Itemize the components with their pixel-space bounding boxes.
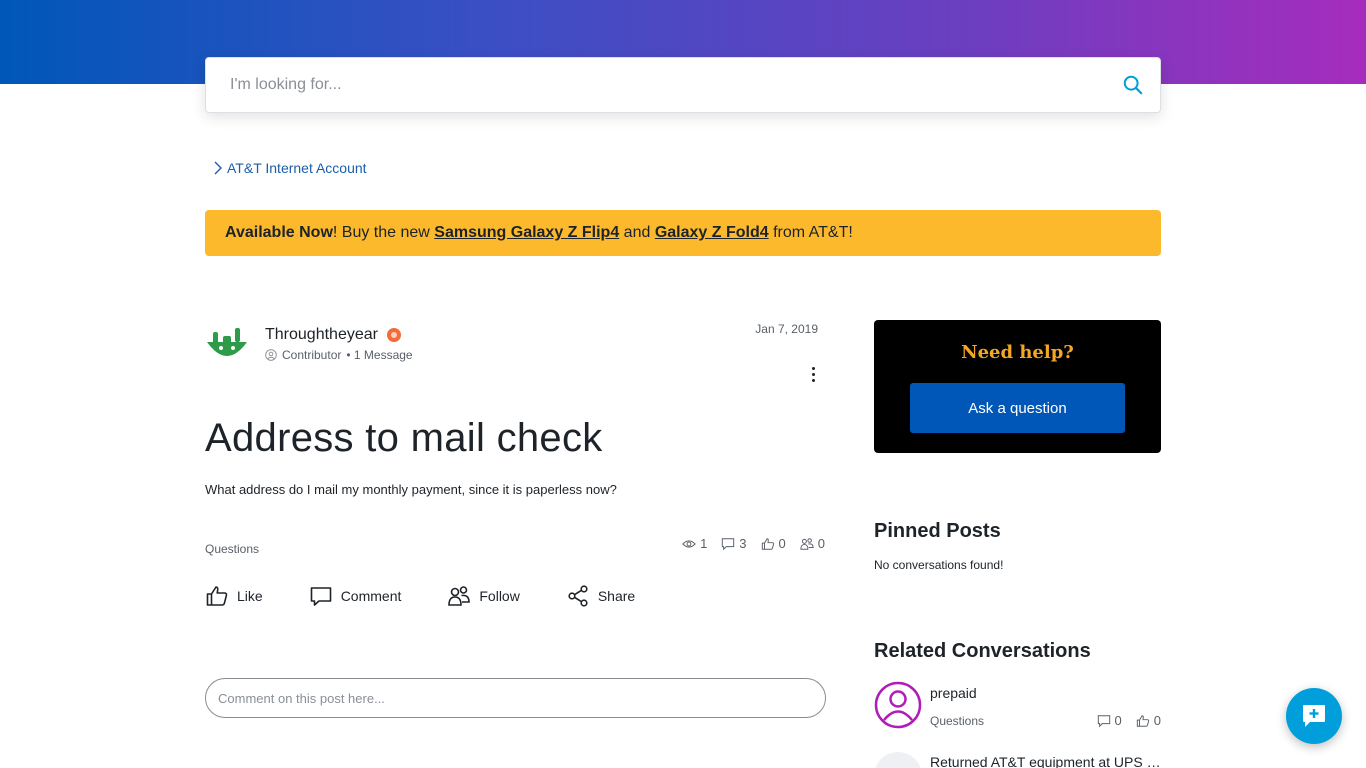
- author-name-row: Throughtheyear: [265, 326, 402, 344]
- comments-count: 3: [739, 536, 747, 551]
- post: Throughtheyear Contributor • 1 Message J…: [205, 320, 825, 620]
- comment-label: Comment: [340, 588, 402, 604]
- chat-add-icon: [1303, 705, 1325, 727]
- search-input[interactable]: [206, 58, 1106, 112]
- promo-text: from AT&T!: [768, 224, 853, 241]
- likes-count: 0: [1153, 713, 1161, 728]
- new-conversation-button[interactable]: [1286, 688, 1342, 744]
- likes-count: 0: [778, 536, 786, 551]
- breadcrumb: AT&T Internet Account: [213, 160, 367, 176]
- avatar: [874, 681, 922, 729]
- promo-link-fold4[interactable]: Galaxy Z Fold4: [655, 224, 769, 242]
- like-label: Like: [237, 588, 263, 604]
- rank-badge-icon: [386, 328, 401, 342]
- share-icon: [568, 585, 588, 607]
- followers-icon: [800, 537, 814, 550]
- promo-prefix: Available Now: [225, 224, 333, 241]
- pinned-posts-heading: Pinned Posts: [874, 520, 1001, 542]
- follow-icon: [448, 586, 471, 606]
- comments-stat: 3: [721, 536, 747, 551]
- comment-button[interactable]: Comment: [309, 584, 402, 608]
- related-item[interactable]: prepaid Questions 0 0: [874, 681, 1161, 731]
- search-icon[interactable]: [1122, 74, 1144, 96]
- more-options-icon[interactable]: [803, 362, 823, 386]
- share-button[interactable]: Share: [566, 584, 635, 608]
- views-stat: 1: [682, 536, 707, 551]
- related-item-title[interactable]: Returned AT&T equipment at UPS S...: [930, 754, 1161, 768]
- comment-box: [205, 678, 826, 718]
- related-item-title[interactable]: prepaid: [930, 685, 1161, 701]
- comments-stat: 0: [1097, 713, 1122, 728]
- eye-icon: [682, 539, 696, 548]
- author-meta: Contributor • 1 Message: [265, 348, 413, 362]
- avatar: [874, 752, 922, 768]
- pinned-empty-message: No conversations found!: [874, 558, 1004, 572]
- promo-text: and: [619, 224, 655, 241]
- post-actions: Like Comment Follow Share: [205, 584, 635, 608]
- follow-label: Follow: [479, 588, 520, 604]
- followers-stat: 0: [800, 536, 825, 551]
- thumbs-up-icon: [761, 537, 774, 550]
- avatar[interactable]: [205, 320, 249, 364]
- post-tag[interactable]: Questions: [205, 542, 259, 556]
- follow-button[interactable]: Follow: [447, 584, 520, 608]
- breadcrumb-link[interactable]: AT&T Internet Account: [227, 160, 367, 176]
- thumbs-up-icon: [206, 586, 228, 606]
- search-bar: [205, 57, 1161, 113]
- related-conversations-heading: Related Conversations: [874, 640, 1091, 662]
- comment-icon: [310, 587, 331, 606]
- comment-input[interactable]: [206, 679, 825, 717]
- author-role: Contributor: [282, 348, 342, 362]
- avatar-image: [205, 320, 249, 364]
- help-title: Need help?: [961, 342, 1074, 363]
- ask-question-button[interactable]: Ask a question: [910, 383, 1125, 433]
- promo-text: ! Buy the new: [332, 224, 435, 241]
- related-item-stats: 0 0: [1097, 713, 1161, 728]
- author-name[interactable]: Throughtheyear: [265, 326, 378, 344]
- share-label: Share: [597, 588, 636, 604]
- related-item[interactable]: Returned AT&T equipment at UPS S...: [874, 752, 1161, 768]
- author-messages: • 1 Message: [346, 348, 413, 362]
- followers-count: 0: [817, 536, 825, 551]
- comment-icon: [722, 537, 735, 550]
- comments-count: 0: [1114, 713, 1122, 728]
- contributor-icon: [265, 349, 277, 361]
- views-count: 1: [700, 536, 708, 551]
- help-card: Need help? Ask a question: [874, 320, 1161, 453]
- post-date: Jan 7, 2019: [755, 322, 818, 336]
- promo-link-flip4[interactable]: Samsung Galaxy Z Flip4: [434, 224, 619, 242]
- post-stats: 1 3 0 0: [682, 536, 825, 551]
- comment-icon: [1097, 714, 1110, 727]
- thumbs-up-icon: [1136, 714, 1149, 727]
- post-title: Address to mail check: [205, 416, 603, 460]
- related-item-tag[interactable]: Questions: [930, 714, 984, 728]
- like-button[interactable]: Like: [205, 584, 263, 608]
- promo-banner: Available Now ! Buy the new Samsung Gala…: [205, 210, 1161, 256]
- likes-stat: 0: [1136, 713, 1161, 728]
- chevron-right-icon: [214, 161, 222, 175]
- post-body: What address do I mail my monthly paymen…: [205, 482, 617, 497]
- likes-stat: 0: [761, 536, 786, 551]
